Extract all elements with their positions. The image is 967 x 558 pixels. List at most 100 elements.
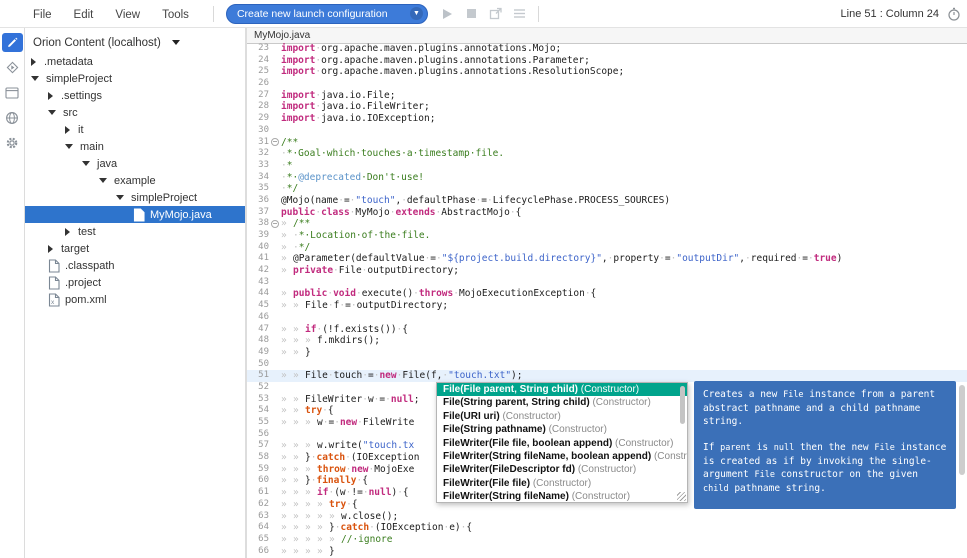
code-line-33[interactable]: 33·*	[247, 160, 967, 172]
code-line-30[interactable]: 30	[247, 125, 967, 137]
list-icon[interactable]	[512, 6, 528, 22]
code-line-25[interactable]: 25import·org.apache.maven.plugins.annota…	[247, 66, 967, 78]
fold-collapse-icon[interactable]	[271, 220, 279, 228]
collapsed-arrow-icon[interactable]	[65, 228, 70, 236]
code-line-23[interactable]: 23import·org.apache.maven.plugins.annota…	[247, 43, 967, 55]
tree-item-java[interactable]: java	[25, 155, 245, 172]
line-number: 66	[247, 546, 269, 558]
tab-mymojo-java[interactable]: MyMojo.java	[254, 30, 310, 41]
expanded-arrow-icon[interactable]	[48, 110, 56, 115]
menu-view[interactable]: View	[115, 9, 140, 21]
globe-icon[interactable]	[2, 108, 23, 127]
doc-code-term: File	[874, 443, 894, 453]
tree-item-target[interactable]: target	[25, 240, 245, 257]
code-line-45[interactable]: 45»»File·f·=·outputDirectory;	[247, 300, 967, 312]
code-line-27[interactable]: 27import·java.io.File;	[247, 90, 967, 102]
editor-tab-bar: MyMojo.java	[247, 28, 967, 44]
collapsed-arrow-icon[interactable]	[48, 245, 53, 253]
menu-edit[interactable]: Edit	[74, 9, 94, 21]
code-line-26[interactable]: 26	[247, 78, 967, 90]
stopwatch-icon[interactable]	[947, 7, 961, 21]
line-number: 32	[247, 148, 269, 160]
tree-item-it[interactable]: it	[25, 121, 245, 138]
completion-item[interactable]: FileWriter(FileDescriptor fd) (Construct…	[437, 463, 687, 476]
expanded-arrow-icon[interactable]	[65, 144, 73, 149]
tree-item-mymojo-java[interactable]: MyMojo.java	[25, 206, 245, 223]
code-line-29[interactable]: 29import·java.io.IOException;	[247, 113, 967, 125]
toolbar-divider	[538, 6, 539, 22]
code-line-48[interactable]: 48»»»f.mkdirs();	[247, 335, 967, 347]
menu-tools[interactable]: Tools	[162, 9, 189, 21]
stop-icon[interactable]	[464, 6, 480, 22]
code-line-50[interactable]: 50	[247, 359, 967, 371]
code-line-42[interactable]: 42»private·File·outputDirectory;	[247, 265, 967, 277]
tree-item-src[interactable]: src	[25, 104, 245, 121]
code-line-65[interactable]: 65»»»»»//·ignore	[247, 534, 967, 546]
code-line-37[interactable]: 37public·class·MyMojo·extends·AbstractMo…	[247, 207, 967, 219]
code-line-43[interactable]: 43	[247, 277, 967, 289]
tree-item-example[interactable]: example	[25, 172, 245, 189]
tree-item--classpath[interactable]: .classpath	[25, 257, 245, 274]
completion-item[interactable]: FileWriter(String fileName, boolean appe…	[437, 450, 687, 463]
code-line-38[interactable]: 38»/**	[247, 218, 967, 230]
code-line-32[interactable]: 32·*·Goal·which·touches·a·timestamp·file…	[247, 148, 967, 160]
doc-scrollbar-thumb[interactable]	[959, 385, 965, 475]
code-line-24[interactable]: 24import·org.apache.maven.plugins.annota…	[247, 55, 967, 67]
tree-item--settings[interactable]: .settings	[25, 87, 245, 104]
launch-config-dropdown[interactable]: Create new launch configuration ▼	[226, 4, 428, 24]
chevron-down-icon	[172, 40, 180, 45]
expanded-arrow-icon[interactable]	[99, 178, 107, 183]
line-number: 34	[247, 172, 269, 184]
collapsed-arrow-icon[interactable]	[48, 92, 53, 100]
collapsed-arrow-icon[interactable]	[65, 126, 70, 134]
code-line-64[interactable]: 64»»»»}·catch·(IOException·e)·{	[247, 522, 967, 534]
collapsed-arrow-icon[interactable]	[31, 58, 36, 66]
launch-diamond-icon[interactable]	[2, 58, 23, 77]
tree-item-simpleproject[interactable]: simpleProject	[25, 70, 245, 87]
completion-item[interactable]: File(String pathname) (Constructor)	[437, 423, 687, 436]
completion-item[interactable]: File(String parent, String child) (Const…	[437, 396, 687, 409]
code-line-44[interactable]: 44»public·void·execute()·throws·MojoExec…	[247, 288, 967, 300]
doc-code-term: File	[783, 390, 803, 400]
code-line-35[interactable]: 35·*/	[247, 183, 967, 195]
browser-window-icon[interactable]	[2, 83, 23, 102]
tree-item-main[interactable]: main	[25, 138, 245, 155]
code-line-66[interactable]: 66»»»»}	[247, 546, 967, 558]
edit-pencil-icon[interactable]	[2, 33, 23, 52]
tree-item-test[interactable]: test	[25, 223, 245, 240]
tree-item--metadata[interactable]: .metadata	[25, 53, 245, 70]
menu-file[interactable]: File	[33, 9, 52, 21]
line-number: 40	[247, 242, 269, 254]
workspace-root[interactable]: Orion Content (localhost)	[25, 28, 245, 53]
code-line-28[interactable]: 28import·java.io.FileWriter;	[247, 101, 967, 113]
line-number: 46	[247, 312, 269, 324]
code-line-49[interactable]: 49»»}	[247, 347, 967, 359]
expanded-arrow-icon[interactable]	[31, 76, 39, 81]
play-icon[interactable]	[440, 6, 456, 22]
tree-item-pom-xml[interactable]: xpom.xml	[25, 291, 245, 308]
expanded-arrow-icon[interactable]	[82, 161, 90, 166]
code-line-31[interactable]: 31/**	[247, 137, 967, 149]
popup-resize-grip[interactable]	[677, 492, 686, 501]
code-line-40[interactable]: 40»·*/	[247, 242, 967, 254]
expanded-arrow-icon[interactable]	[116, 195, 124, 200]
code-line-36[interactable]: 36@Mojo(name·=·"touch",·defaultPhase·=·L…	[247, 195, 967, 207]
code-line-34[interactable]: 34·*·@deprecated·Don't·use!	[247, 172, 967, 184]
line-number: 27	[247, 90, 269, 102]
code-line-47[interactable]: 47»»if·(!f.exists())·{	[247, 324, 967, 336]
completion-item[interactable]: File(URI uri) (Constructor)	[437, 410, 687, 423]
tree-item--project[interactable]: .project	[25, 274, 245, 291]
code-line-46[interactable]: 46	[247, 312, 967, 324]
completion-item[interactable]: File(File parent, String child) (Constru…	[437, 383, 687, 396]
settings-gear-icon[interactable]	[2, 133, 23, 152]
completion-item[interactable]: FileWriter(String fileName) (Constructor…	[437, 490, 687, 503]
tree-item-simpleproject[interactable]: simpleProject	[25, 189, 245, 206]
fold-collapse-icon[interactable]	[271, 138, 279, 146]
popup-scrollbar-thumb[interactable]	[680, 386, 685, 424]
completion-item[interactable]: FileWriter(File file) (Constructor)	[437, 477, 687, 490]
open-in-new-icon[interactable]	[488, 6, 504, 22]
completion-item[interactable]: FileWriter(File file, boolean append) (C…	[437, 437, 687, 450]
code-line-39[interactable]: 39»·*·Location·of·the·file.	[247, 230, 967, 242]
code-line-63[interactable]: 63»»»»»w.close();	[247, 511, 967, 523]
code-line-41[interactable]: 41»@Parameter(defaultValue·=·"${project.…	[247, 253, 967, 265]
